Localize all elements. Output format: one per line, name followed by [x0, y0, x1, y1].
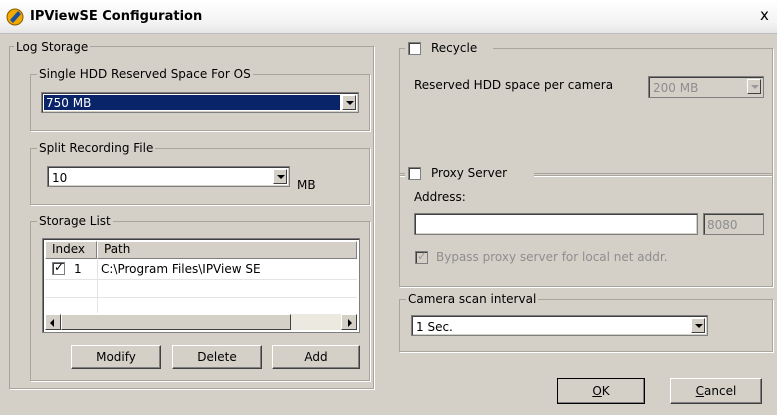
camera-scan-legend: Camera scan interval — [406, 292, 539, 306]
cancel-label-rest: ancel — [704, 384, 737, 398]
delete-button[interactable]: Delete — [172, 345, 262, 369]
cancel-access-key: C — [695, 384, 705, 398]
column-divider — [97, 259, 98, 313]
log-storage-legend: Log Storage — [14, 40, 91, 54]
recycle-label: Recycle — [431, 41, 478, 55]
address-field[interactable] — [414, 213, 698, 235]
port-value: 8080 — [707, 218, 738, 232]
storage-list-table[interactable]: Index Path ✓ 1 C:\Program Files\IPView S… — [42, 238, 360, 333]
scroll-left-button[interactable] — [45, 314, 61, 330]
recycle-group — [399, 48, 773, 176]
reserved-hdd-label: Reserved HDD space per camera — [414, 78, 614, 92]
split-recording-value: 10 — [52, 171, 68, 185]
chevron-down-icon[interactable] — [691, 318, 705, 333]
scroll-right-button[interactable] — [341, 314, 357, 330]
column-header-path[interactable]: Path — [97, 241, 357, 259]
storage-row-index: 1 — [74, 262, 82, 276]
bypass-checkbox[interactable]: ✓ — [415, 249, 428, 264]
bypass-label: Bypass proxy server for local net addr. — [436, 250, 668, 264]
recycle-checkbox[interactable] — [408, 42, 421, 55]
reserved-hdd-value: 200 MB — [653, 81, 699, 95]
row-divider — [45, 279, 357, 280]
modify-button[interactable]: Modify — [71, 345, 161, 369]
cancel-button[interactable]: Cancel — [670, 378, 762, 404]
column-header-index[interactable]: Index — [45, 241, 97, 259]
split-recording-unit: MB — [297, 178, 316, 192]
ok-label-rest: K — [601, 384, 610, 398]
title-bar: IPViewSE Configuration x — [0, 0, 777, 34]
add-button[interactable]: Add — [272, 345, 360, 369]
storage-row-path: C:\Program Files\IPView SE — [101, 262, 261, 276]
checkmark-icon: ✓ — [54, 260, 65, 274]
proxy-checkbox[interactable] — [408, 167, 421, 180]
port-field[interactable]: 8080 — [703, 213, 764, 235]
chevron-down-icon[interactable] — [273, 169, 287, 184]
recycle-legend: Recycle — [405, 40, 493, 58]
checkmark-icon: ✓ — [417, 249, 428, 263]
split-recording-select[interactable]: 10 — [47, 166, 290, 187]
ok-access-key: O — [592, 384, 602, 398]
chevron-down-icon[interactable] — [342, 95, 356, 110]
split-recording-legend: Split Recording File — [37, 141, 156, 155]
camera-scan-select[interactable]: 1 Sec. — [411, 315, 708, 336]
proxy-label: Proxy Server — [431, 166, 508, 180]
camera-scan-value: 1 Sec. — [416, 320, 453, 334]
proxy-legend: Proxy Server — [405, 165, 534, 183]
row-divider — [45, 297, 357, 298]
table-row[interactable]: ✓ 1 C:\Program Files\IPView SE — [45, 260, 357, 278]
app-logo-icon — [6, 8, 24, 26]
storage-list-legend: Storage List — [37, 214, 113, 228]
close-icon[interactable]: x — [760, 6, 769, 24]
address-label: Address: — [414, 190, 466, 204]
hdd-reserved-select[interactable]: 750 MB — [41, 92, 359, 113]
reserved-hdd-select[interactable]: 200 MB — [648, 76, 764, 98]
chevron-down-icon[interactable] — [747, 79, 761, 94]
arrow-right-icon — [348, 319, 352, 327]
window-title: IPViewSE Configuration — [30, 9, 203, 24]
ok-button[interactable]: OK — [557, 378, 645, 404]
scroll-thumb[interactable] — [61, 314, 291, 330]
arrow-left-icon — [50, 319, 54, 327]
hdd-reserved-value: 750 MB — [46, 96, 92, 110]
storage-row-checkbox[interactable]: ✓ — [52, 260, 65, 275]
hdd-reserved-legend: Single HDD Reserved Space For OS — [37, 67, 253, 81]
horizontal-scrollbar[interactable] — [45, 314, 357, 330]
